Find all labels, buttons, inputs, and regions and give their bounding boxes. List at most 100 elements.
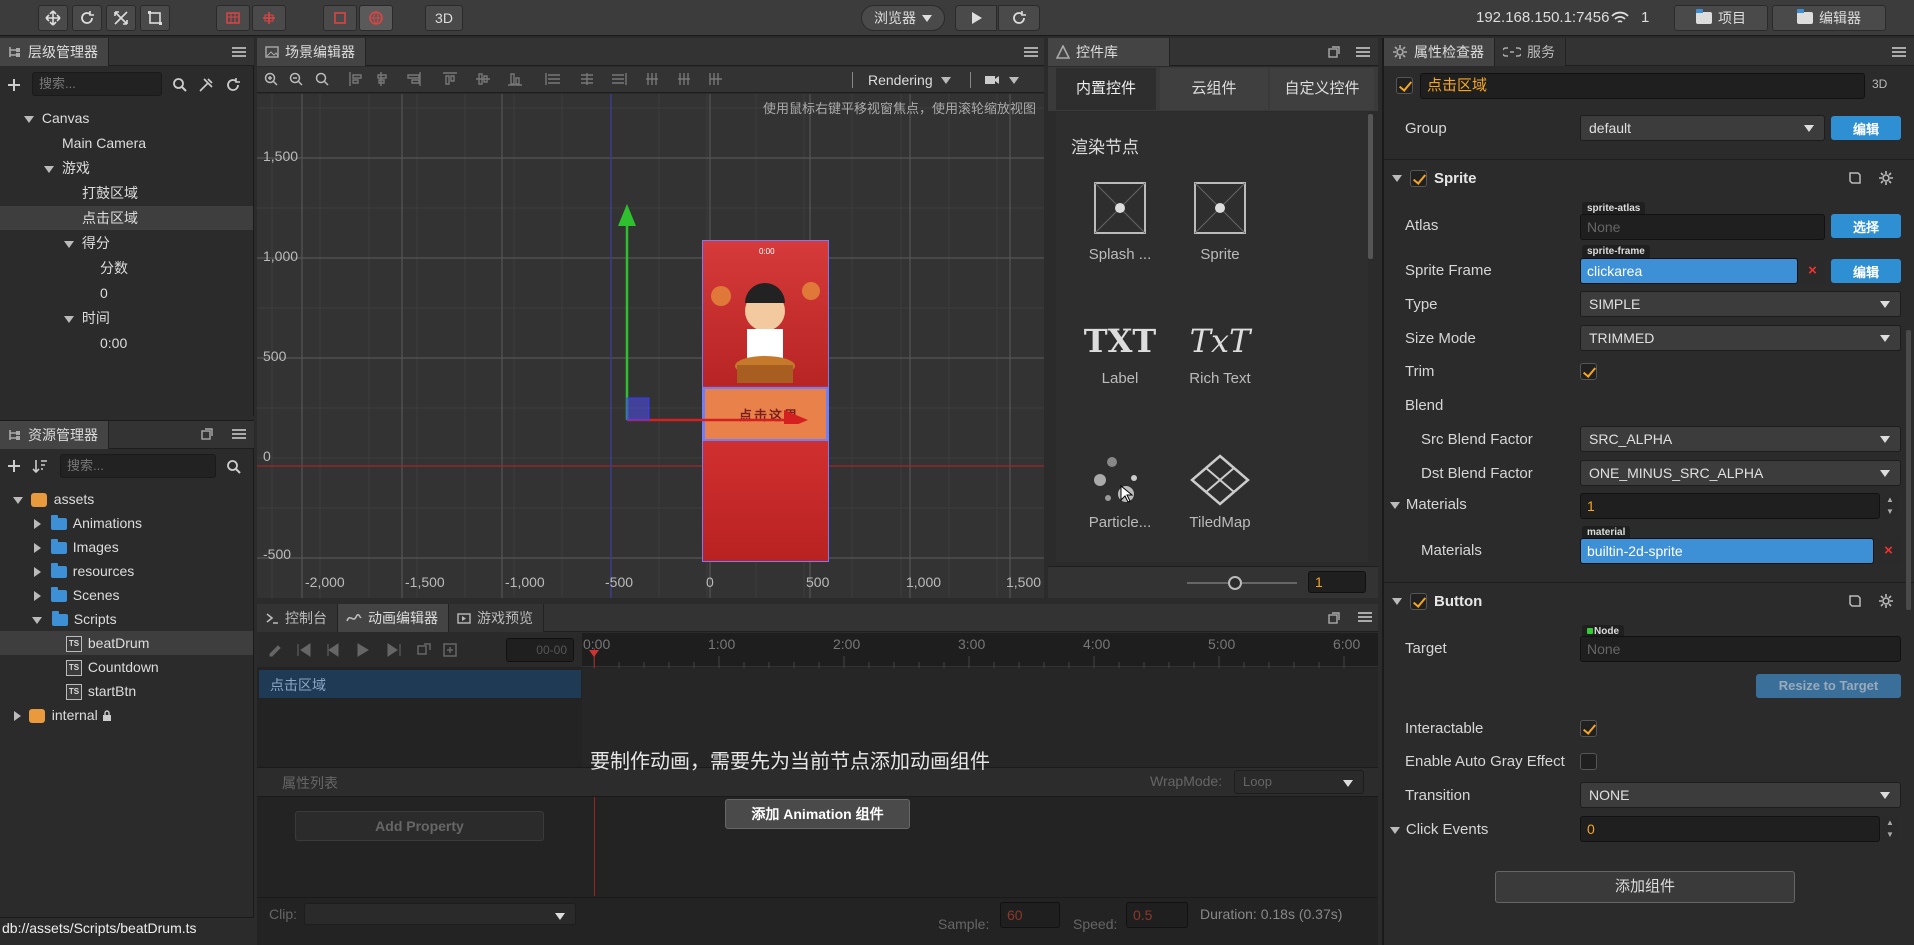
materials-stepper[interactable]: ▲ ▼ [1882, 494, 1898, 518]
auto-gray-checkbox[interactable] [1580, 753, 1597, 770]
hierarchy-search-input[interactable]: 搜索... [32, 72, 162, 96]
rotate-tool-button[interactable] [72, 5, 102, 31]
widget-splash[interactable]: Splash ... [1080, 180, 1160, 284]
trim-checkbox[interactable] [1580, 363, 1597, 380]
gear-icon[interactable] [1878, 170, 1894, 186]
browser-dropdown[interactable]: 浏览器 [861, 5, 945, 31]
asset-folder-images[interactable]: Images [0, 535, 253, 559]
widget-label-node[interactable]: TXT Label [1080, 322, 1160, 420]
widget-tiledmap[interactable]: TiledMap [1180, 452, 1260, 552]
library-tab[interactable]: 控件库 [1048, 37, 1170, 66]
tree-node-canvas[interactable]: Canvas [0, 106, 253, 130]
dst-blend-select[interactable]: ONE_MINUS_SRC_ALPHA [1580, 460, 1901, 486]
scale-tool-button[interactable] [106, 5, 136, 31]
widget-sprite[interactable]: Sprite [1180, 180, 1260, 284]
library-tab-cloud[interactable]: 云组件 [1160, 68, 1268, 110]
transition-select[interactable]: NONE [1580, 782, 1901, 808]
asset-folder-resources[interactable]: resources [0, 559, 253, 583]
inspector-menu-icon[interactable] [1892, 47, 1906, 57]
pivot-local-button[interactable] [216, 5, 250, 31]
clip-select[interactable] [304, 903, 576, 925]
resize-to-target-button[interactable]: Resize to Target [1756, 674, 1901, 698]
inspector-tab[interactable]: 属性检查器 [1384, 37, 1495, 66]
tab-game-preview[interactable]: 游戏预览 [449, 603, 544, 632]
materials-row[interactable]: Materials [1390, 496, 1467, 513]
button-enabled-checkbox[interactable] [1410, 592, 1427, 610]
assets-tab[interactable]: 资源管理器 [0, 420, 109, 449]
book-icon[interactable] [1848, 171, 1862, 185]
asset-folder-scripts[interactable]: Scripts [0, 607, 253, 631]
rect-tool-button[interactable] [140, 5, 170, 31]
atlas-field[interactable]: None [1580, 214, 1825, 240]
tab-console[interactable]: 控制台 [257, 603, 338, 632]
tree-node-score[interactable]: 得分 [0, 231, 253, 255]
refresh-button[interactable] [998, 5, 1040, 31]
popout-icon[interactable] [1328, 46, 1340, 58]
tree-node-main-camera[interactable]: Main Camera [0, 131, 253, 155]
size-mode-select[interactable]: TRIMMED [1580, 325, 1901, 351]
click-events-row[interactable]: Click Events [1390, 821, 1488, 838]
assets-menu-icon[interactable] [232, 429, 246, 439]
play-button[interactable] [955, 5, 997, 31]
camera-icon[interactable] [984, 74, 1000, 86]
sprite-frame-edit-button[interactable]: 编辑 [1831, 259, 1901, 283]
tree-node-score-label[interactable]: 分数 [0, 256, 253, 280]
sort-icon[interactable] [32, 458, 48, 474]
tab-animation-editor[interactable]: 动画编辑器 [338, 603, 449, 632]
sprite-enabled-checkbox[interactable] [1410, 169, 1427, 187]
refresh-icon[interactable] [225, 77, 241, 93]
transform-gizmo[interactable] [612, 204, 872, 424]
scene-tab[interactable]: 场景编辑器 [257, 37, 366, 66]
tree-node-drum-area[interactable]: 打鼓区域 [0, 181, 253, 205]
sample-input[interactable]: 60 [1000, 902, 1060, 928]
hierarchy-menu-icon[interactable] [232, 47, 246, 57]
asset-script-countdown[interactable]: TS Countdown [0, 655, 253, 679]
icon-size-input[interactable]: 1 [1308, 571, 1366, 593]
tree-node-time-value[interactable]: 0:00 [0, 331, 253, 355]
pivot-center-button[interactable] [252, 5, 286, 31]
sprite-frame-field[interactable]: clickarea [1580, 258, 1798, 284]
gear-icon[interactable] [1878, 593, 1894, 609]
speed-input[interactable]: 0.5 [1126, 902, 1188, 928]
search-icon[interactable] [226, 459, 242, 475]
icon-size-slider[interactable] [1187, 582, 1297, 584]
editor-button[interactable]: 编辑器 [1772, 5, 1886, 31]
group-select[interactable]: default [1580, 115, 1825, 141]
scene-viewport[interactable]: 使用鼠标右键平移视窗焦点，使用滚轮缩放视图 1,500 1,000 500 0 … [257, 94, 1044, 598]
node-name-input[interactable]: 点击区域 [1420, 73, 1865, 99]
popout-icon[interactable] [1328, 612, 1340, 624]
atlas-select-button[interactable]: 选择 [1831, 214, 1901, 238]
materials-count-input[interactable]: 1 [1580, 493, 1880, 519]
inspector-scrollbar[interactable] [1906, 330, 1911, 610]
asset-script-startbtn[interactable]: TS startBtn [0, 679, 253, 703]
sprite-section-header[interactable]: Sprite [1388, 163, 1914, 193]
badge-3d[interactable]: 3D [1872, 77, 1887, 91]
src-blend-select[interactable]: SRC_ALPHA [1580, 426, 1901, 452]
add-icon[interactable] [7, 459, 21, 473]
add-component-button[interactable]: 添加组件 [1495, 871, 1795, 903]
asset-script-beatdrum[interactable]: TS beatDrum [0, 631, 253, 655]
library-tab-custom[interactable]: 自定义控件 [1270, 68, 1374, 110]
gizmo-3d-button[interactable] [359, 5, 393, 31]
frame-time-input[interactable]: 00-00 [506, 638, 574, 662]
zoom-in-icon[interactable] [264, 72, 278, 86]
assets-search-input[interactable]: 搜索... [60, 454, 216, 478]
asset-folder-animations[interactable]: Animations [0, 511, 253, 535]
add-animation-button[interactable]: 添加 Animation 组件 [725, 799, 910, 829]
click-events-count-input[interactable]: 0 [1580, 816, 1880, 842]
tree-node-score-value[interactable]: 0 [0, 281, 253, 305]
mode-3d-button[interactable]: 3D [425, 5, 463, 31]
asset-folder-scenes[interactable]: Scenes [0, 583, 253, 607]
library-tab-builtin[interactable]: 内置控件 [1056, 68, 1156, 110]
playhead-marker[interactable] [589, 650, 599, 657]
popout-icon[interactable] [201, 428, 213, 440]
zoom-reset-icon[interactable] [315, 72, 329, 86]
group-edit-button[interactable]: 编辑 [1831, 116, 1901, 140]
tree-node-click-area[interactable]: 点击区域 [0, 206, 253, 230]
playback-controls[interactable] [268, 642, 468, 658]
library-menu-icon[interactable] [1356, 47, 1370, 57]
wrapmode-select[interactable]: Loop [1234, 770, 1364, 794]
tree-node-game[interactable]: 游戏 [0, 156, 253, 180]
hierarchy-tab[interactable]: 层级管理器 [0, 37, 109, 66]
material-field[interactable]: builtin-2d-sprite [1580, 538, 1874, 564]
